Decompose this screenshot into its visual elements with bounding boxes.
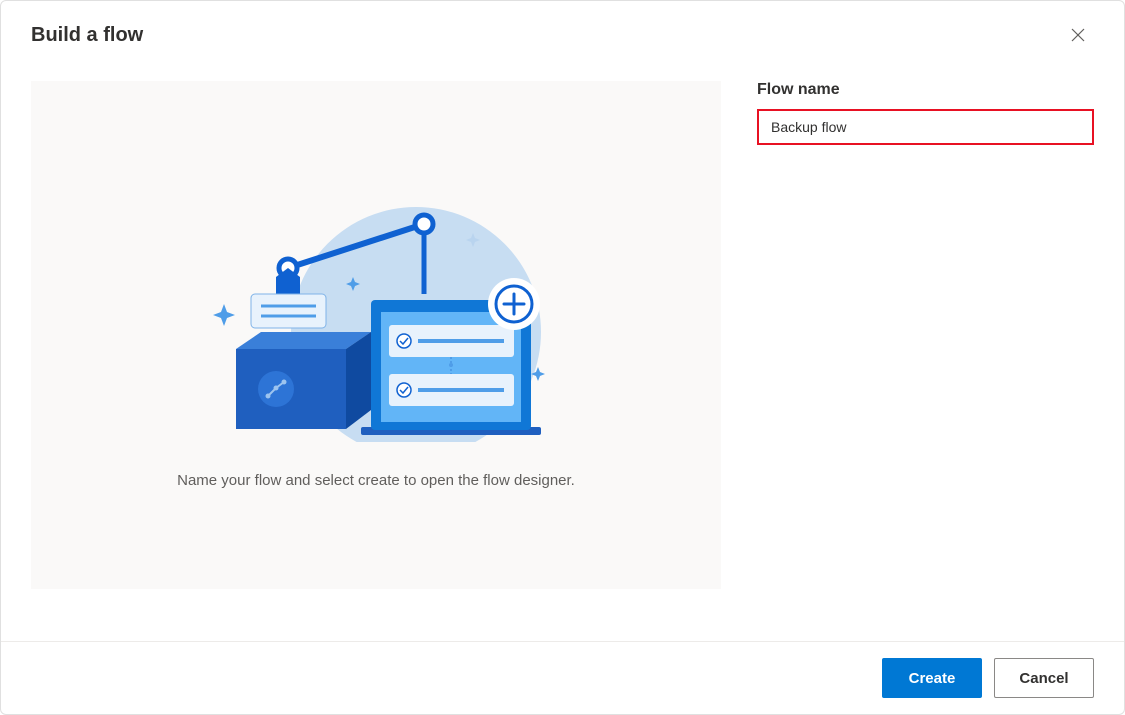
dialog-title: Build a flow [31,24,143,47]
close-icon [1071,28,1085,42]
close-button[interactable] [1062,19,1094,51]
illustration-caption: Name your flow and select create to open… [177,472,575,489]
dialog-header: Build a flow [1,1,1124,61]
dialog-content: Name your flow and select create to open… [1,61,1124,641]
build-flow-dialog: Build a flow [0,0,1125,715]
dialog-footer: Create Cancel [1,641,1124,714]
create-button[interactable]: Create [882,658,982,698]
flow-name-label: Flow name [757,81,1094,99]
flow-name-input[interactable] [757,109,1094,145]
illustration-panel: Name your flow and select create to open… [31,81,721,589]
cancel-button[interactable]: Cancel [994,658,1094,698]
form-panel: Flow name [757,81,1094,621]
flow-illustration [176,182,576,442]
